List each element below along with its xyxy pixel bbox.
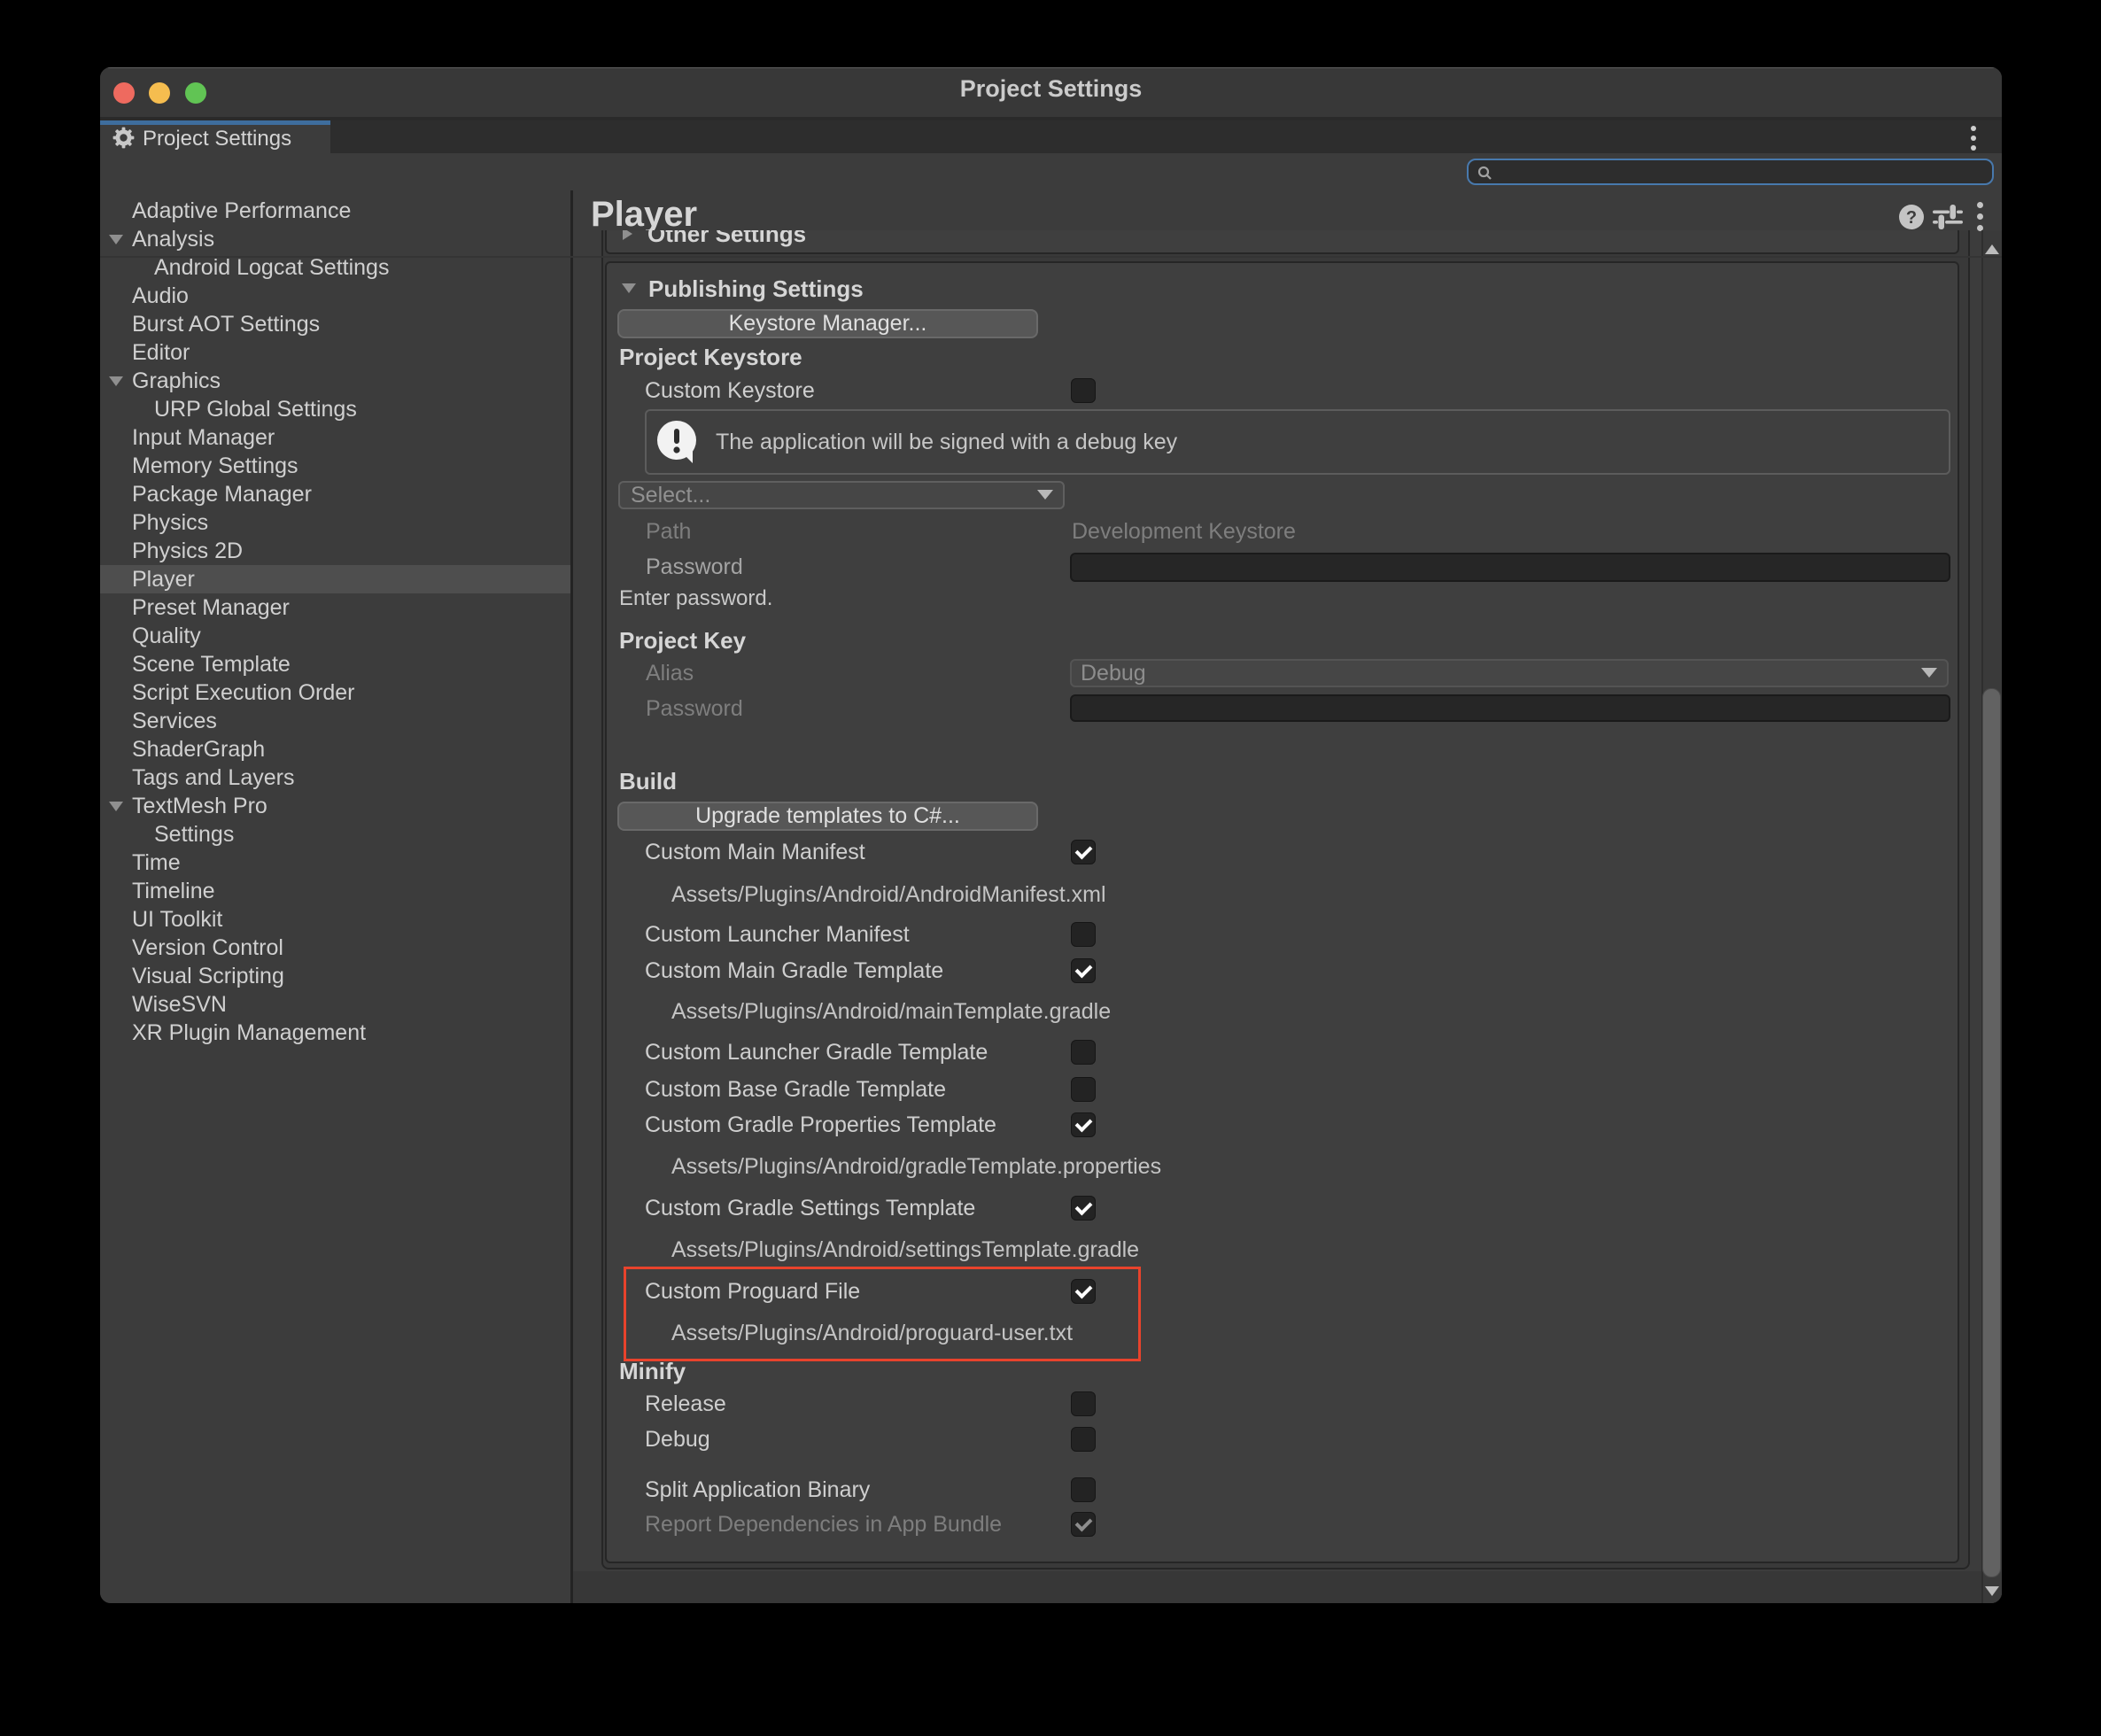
svg-text:?: ? <box>1906 208 1917 228</box>
